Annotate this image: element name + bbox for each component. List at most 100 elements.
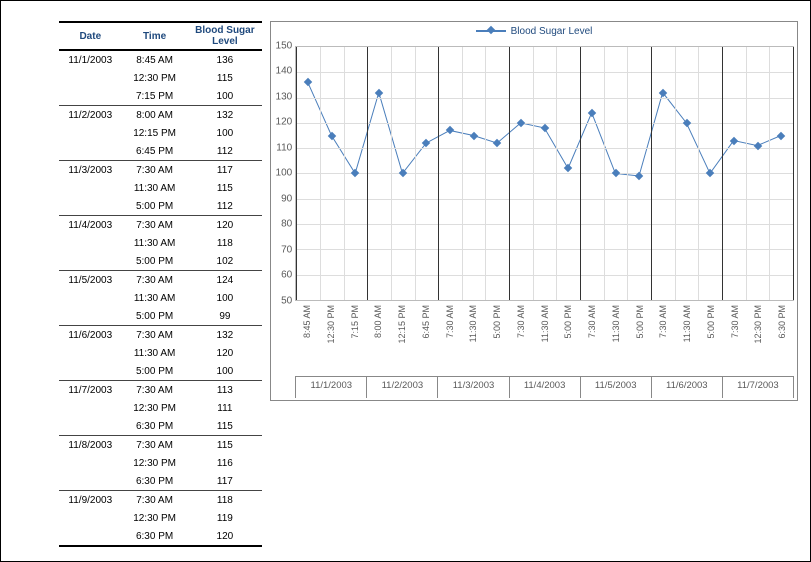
- legend-marker-icon: [476, 30, 506, 32]
- cell-time: 8:00 AM: [124, 106, 188, 125]
- table-row: 12:30 PM115: [59, 69, 262, 87]
- data-point: [659, 88, 667, 96]
- data-point: [469, 131, 477, 139]
- cell-time: 7:30 AM: [124, 271, 188, 290]
- cell-date: [59, 527, 124, 546]
- cell-time: 5:00 PM: [124, 197, 188, 216]
- cell-date: [59, 124, 124, 142]
- cell-time: 7:30 AM: [124, 491, 188, 510]
- cell-time: 6:30 PM: [124, 417, 188, 436]
- x-axis-dates: 11/1/200311/2/200311/3/200311/4/200311/5…: [295, 376, 794, 398]
- y-tick: 130: [276, 91, 293, 102]
- table-row: 5:00 PM99: [59, 307, 262, 326]
- y-tick: 70: [281, 244, 292, 255]
- table-row: 11/2/20038:00 AM132: [59, 106, 262, 125]
- gridline-v: [533, 47, 534, 300]
- x-tick-time: 7:30 AM: [445, 305, 455, 338]
- x-tick-time: 12:30 PM: [326, 305, 336, 344]
- gridline-v: [320, 47, 321, 300]
- cell-level: 111: [188, 399, 263, 417]
- data-point: [422, 139, 430, 147]
- cell-level: 132: [188, 106, 263, 125]
- cell-level: 100: [188, 87, 263, 106]
- cell-date: 11/7/2003: [59, 381, 124, 400]
- cell-level: 113: [188, 381, 263, 400]
- gridline-v: [296, 47, 297, 300]
- data-point: [446, 126, 454, 134]
- table-row: 11/1/20038:45 AM136: [59, 50, 262, 69]
- x-tick-time: 6:45 PM: [421, 305, 431, 339]
- data-point: [564, 164, 572, 172]
- y-tick: 100: [276, 168, 293, 179]
- cell-time: 12:15 PM: [124, 124, 188, 142]
- cell-date: 11/3/2003: [59, 161, 124, 180]
- cell-level: 99: [188, 307, 263, 326]
- x-tick-time: 5:00 PM: [563, 305, 573, 339]
- gridline-v: [651, 47, 652, 300]
- data-point: [611, 169, 619, 177]
- x-tick-time: 11:30 AM: [682, 305, 692, 342]
- x-group-date: 11/2/2003: [367, 376, 438, 398]
- cell-level: 120: [188, 216, 263, 235]
- gridline-v: [509, 47, 510, 300]
- gridline-v: [769, 47, 770, 300]
- data-point: [706, 169, 714, 177]
- cell-date: [59, 399, 124, 417]
- data-point: [304, 78, 312, 86]
- gridline-h: [296, 98, 793, 99]
- cell-time: 8:45 AM: [124, 50, 188, 69]
- cell-time: 12:30 PM: [124, 509, 188, 527]
- table-row: 6:30 PM117: [59, 472, 262, 491]
- cell-time: 5:00 PM: [124, 307, 188, 326]
- blood-sugar-chart: Blood Sugar Level 5060708090100110120130…: [270, 21, 798, 401]
- gridline-v: [556, 47, 557, 300]
- cell-date: [59, 234, 124, 252]
- table-row: 6:30 PM115: [59, 417, 262, 436]
- cell-level: 132: [188, 326, 263, 345]
- cell-time: 7:30 AM: [124, 216, 188, 235]
- table-row: 11/5/20037:30 AM124: [59, 271, 262, 290]
- x-tick-time: 8:00 AM: [373, 305, 383, 338]
- cell-level: 100: [188, 362, 263, 381]
- table-header-row: Date Time Blood Sugar Level: [59, 22, 262, 50]
- cell-time: 5:00 PM: [124, 362, 188, 381]
- cell-level: 115: [188, 179, 263, 197]
- x-tick-time: 11:30 AM: [611, 305, 621, 342]
- x-tick-time: 8:45 AM: [302, 305, 312, 338]
- plot-wrap: 11/1/200311/2/200311/3/200311/4/200311/5…: [295, 46, 797, 400]
- cell-time: 6:30 PM: [124, 527, 188, 546]
- x-axis: 11/1/200311/2/200311/3/200311/4/200311/5…: [295, 301, 794, 400]
- table-row: 12:30 PM119: [59, 509, 262, 527]
- x-tick-time: 7:30 AM: [587, 305, 597, 338]
- table-row: 5:00 PM100: [59, 362, 262, 381]
- cell-time: 7:30 AM: [124, 161, 188, 180]
- cell-time: 7:30 AM: [124, 381, 188, 400]
- gridline-v: [722, 47, 723, 300]
- content: Date Time Blood Sugar Level 11/1/20038:4…: [13, 21, 798, 531]
- table-row: 12:30 PM111: [59, 399, 262, 417]
- plot-area: [295, 46, 794, 301]
- cell-time: 12:30 PM: [124, 454, 188, 472]
- cell-date: 11/2/2003: [59, 106, 124, 125]
- cell-level: 112: [188, 197, 263, 216]
- cell-date: [59, 289, 124, 307]
- table-row: 11/7/20037:30 AM113: [59, 381, 262, 400]
- x-tick-time: 5:00 PM: [635, 305, 645, 339]
- cell-level: 115: [188, 436, 263, 455]
- y-tick: 120: [276, 117, 293, 128]
- gridline-h: [296, 224, 793, 225]
- gridline-v: [391, 47, 392, 300]
- table-row: 11/9/20037:30 AM118: [59, 491, 262, 510]
- cell-date: [59, 307, 124, 326]
- table-row: 6:45 PM112: [59, 142, 262, 161]
- cell-date: 11/1/2003: [59, 50, 124, 69]
- table-row: 11/8/20037:30 AM115: [59, 436, 262, 455]
- table-row: 11/3/20037:30 AM117: [59, 161, 262, 180]
- cell-time: 12:30 PM: [124, 69, 188, 87]
- gridline-v: [604, 47, 605, 300]
- table-row: 5:00 PM102: [59, 252, 262, 271]
- cell-time: 12:30 PM: [124, 399, 188, 417]
- y-tick: 150: [276, 41, 293, 52]
- cell-date: [59, 179, 124, 197]
- cell-level: 120: [188, 344, 263, 362]
